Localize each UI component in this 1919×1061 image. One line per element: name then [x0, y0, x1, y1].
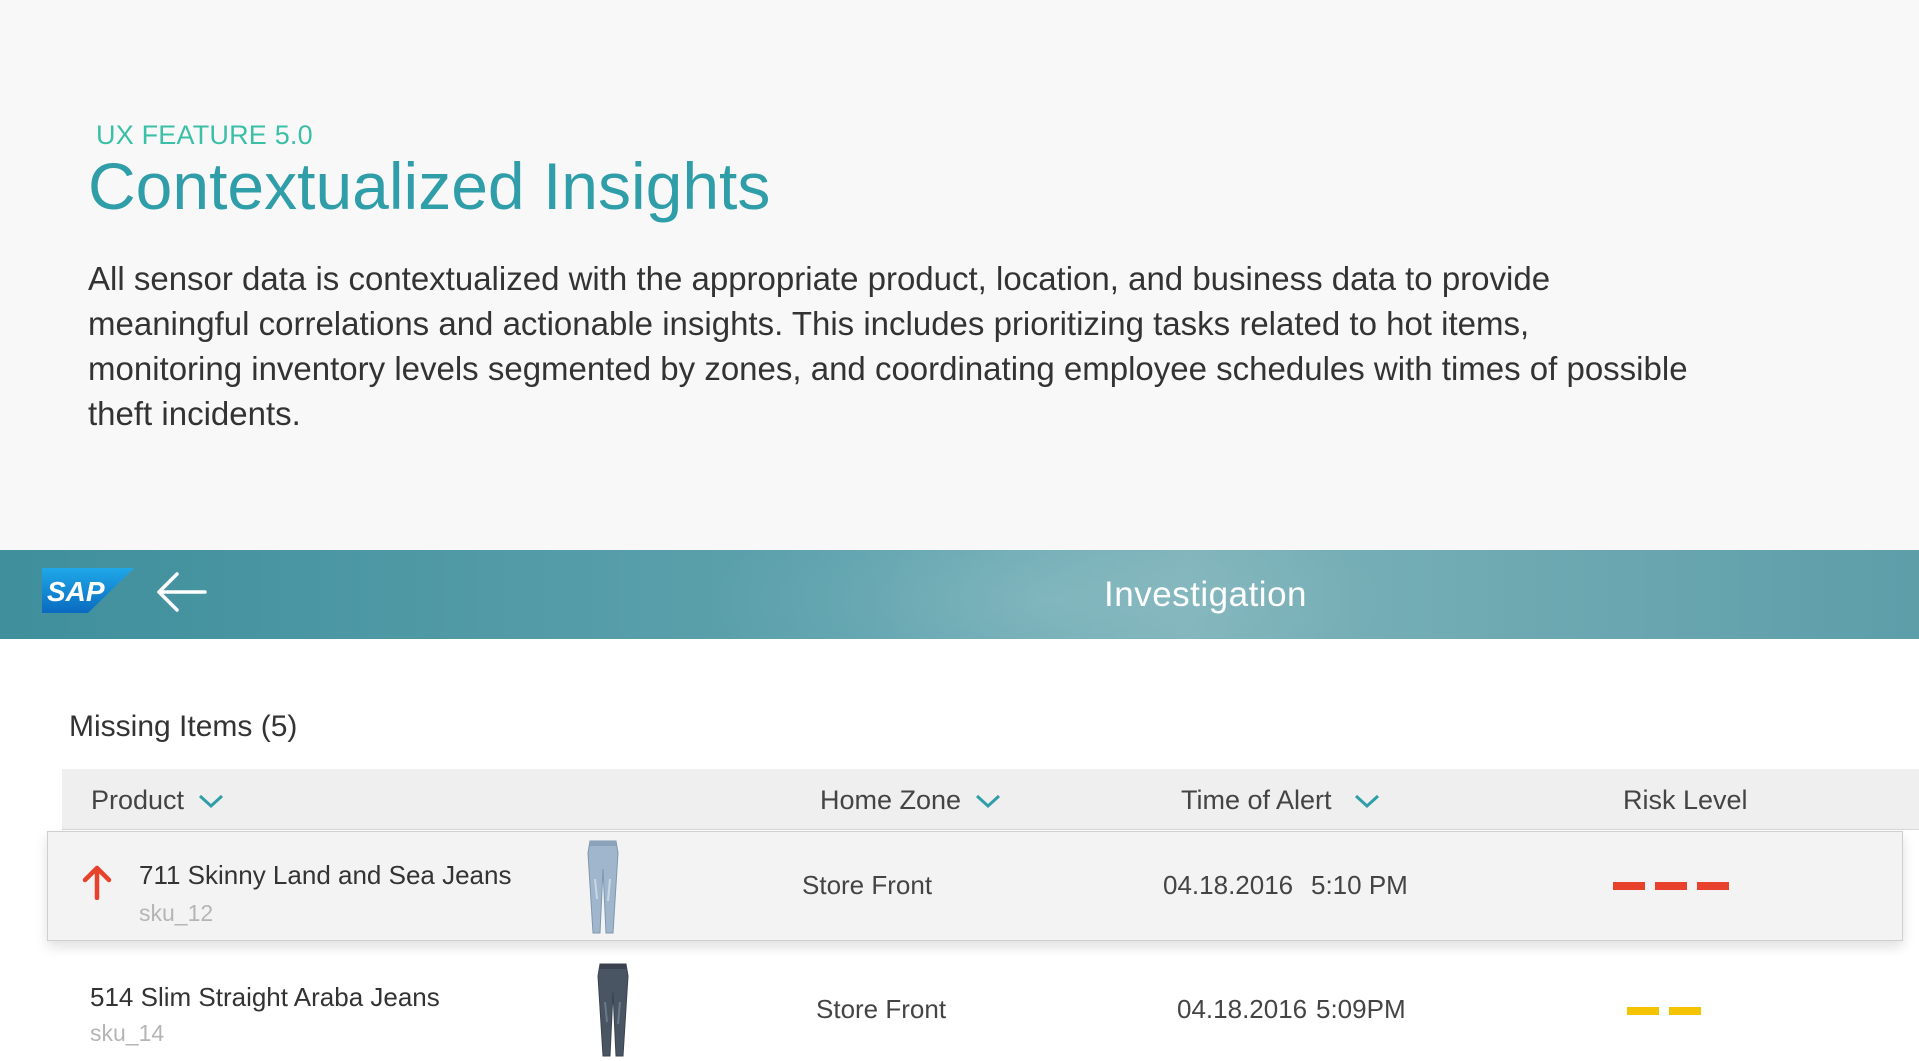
product-sku: sku_14 [90, 1020, 165, 1046]
chevron-down-icon [199, 794, 224, 808]
arrow-up-icon [82, 865, 112, 900]
home-zone: Store Front [816, 994, 947, 1024]
column-label: Time of Alert [1181, 785, 1332, 815]
column-header-product[interactable]: Product [91, 785, 224, 816]
product-thumbnail-light-jeans [587, 840, 619, 934]
back-arrow-icon[interactable] [155, 570, 207, 614]
product-thumbnail-dark-jeans [597, 963, 629, 1057]
feature-intro: UX FEATURE 5.0 Contextualized Insights A… [0, 0, 1919, 550]
shell-bar: SAP [0, 550, 1919, 639]
risk-bar [1627, 1007, 1659, 1015]
risk-bar [1655, 882, 1687, 890]
table-row[interactable]: 514 Slim Straight Araba Jeans sku_14 Sto… [62, 956, 1919, 1061]
column-header-time-of-alert[interactable]: Time of Alert [1181, 785, 1380, 816]
risk-level-indicator [1613, 882, 1729, 890]
missing-items-title: Missing Items (5) [69, 710, 298, 743]
product-name: 514 Slim Straight Araba Jeans [90, 982, 440, 1012]
feature-label: UX FEATURE 5.0 [96, 120, 313, 150]
column-label: Home Zone [820, 785, 962, 815]
alert-date: 04.18.2016 [1163, 870, 1294, 900]
alert-time: 5:10 PM [1311, 870, 1408, 900]
column-label: Risk Level [1623, 785, 1748, 815]
risk-bar [1697, 882, 1729, 890]
svg-text:SAP: SAP [47, 576, 105, 607]
product-sku: sku_12 [139, 900, 214, 926]
column-header-home-zone[interactable]: Home Zone [820, 785, 1001, 816]
chevron-down-icon [1354, 794, 1379, 808]
product-name: 711 Skinny Land and Sea Jeans [139, 860, 512, 890]
column-header-risk-level[interactable]: Risk Level [1623, 785, 1748, 816]
home-zone: Store Front [802, 870, 933, 900]
page-title: Investigation [1104, 575, 1308, 614]
chevron-down-icon [976, 794, 1001, 808]
risk-level-indicator [1627, 1007, 1701, 1015]
feature-title: Contextualized Insights [88, 149, 771, 223]
column-label: Product [91, 785, 185, 815]
risk-bar [1613, 882, 1645, 890]
alert-time: 5:09PM [1316, 994, 1406, 1024]
table-header: Product Home Zone Time of Alert Risk Lev… [62, 769, 1919, 830]
feature-description: All sensor data is contextualized with t… [88, 260, 1688, 432]
alert-date: 04.18.2016 [1177, 994, 1308, 1024]
risk-bar [1669, 1007, 1701, 1015]
sap-logo: SAP [42, 568, 134, 613]
table-row[interactable]: 711 Skinny Land and Sea Jeans sku_12 Sto… [47, 831, 1903, 941]
